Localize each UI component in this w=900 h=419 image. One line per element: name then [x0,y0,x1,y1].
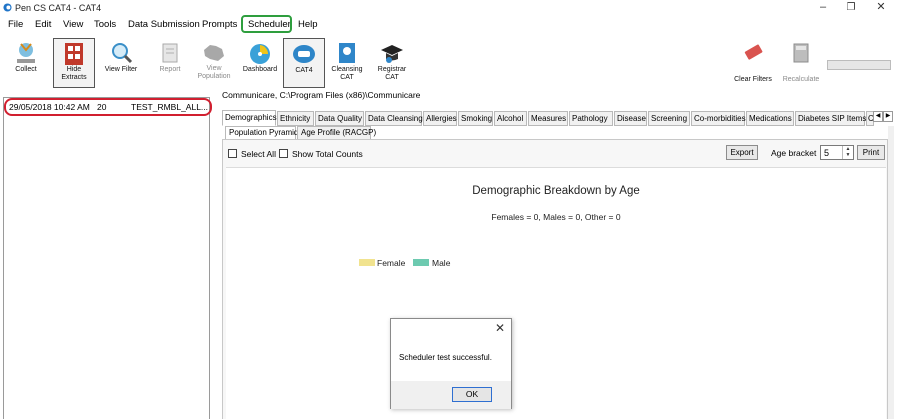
export-button[interactable]: Export [726,145,758,160]
menu-view[interactable]: View [63,19,83,30]
clear-filters-button[interactable]: Clear Filters [733,38,773,88]
print-button[interactable]: Print [857,145,885,160]
view-filter-button[interactable]: View Filter [101,38,141,88]
calculator-icon [793,43,809,63]
tab-pathology[interactable]: Pathology [569,111,613,126]
stepper-buttons[interactable]: ▲ ▼ [842,146,853,159]
dashboard-button[interactable]: Dashboard [240,38,280,88]
tab-allergies[interactable]: Allergies [423,111,457,126]
age-bracket-stepper[interactable]: 5 ▲ ▼ [820,145,854,160]
chart-title: Demographic Breakdown by Age [472,185,640,197]
cat4-button[interactable]: CAT4 [283,38,325,88]
tab-screening[interactable]: Screening [648,111,690,126]
tab-co-morbidities[interactable]: Co-morbidities [691,111,746,126]
tab-medications[interactable]: Medications [746,111,794,126]
collect-button[interactable]: Collect [6,38,46,88]
scheduler-highlight-annotation [241,15,292,33]
app-logo-icon [3,3,12,12]
title-bar: Pen CS CAT4 - CAT4 – ❐ ✕ [0,0,900,16]
menu-help[interactable]: Help [298,19,318,30]
menu-tools[interactable]: Tools [94,19,116,30]
menu-edit[interactable]: Edit [35,19,51,30]
menu-data-submission[interactable]: Data Submission [128,19,200,30]
legend-label-male: Male [432,258,451,268]
tab-ethnicity[interactable]: Ethnicity [277,111,314,126]
age-bracket-value: 5 [824,148,830,158]
restore-icon[interactable]: ❐ [836,0,866,16]
progress-bar [827,60,891,70]
report-icon [162,43,178,63]
legend-swatch-female [359,259,375,266]
close-icon[interactable]: ✕ [866,0,896,16]
recalculate-button[interactable]: Recalculate [780,38,822,88]
tab-demographics[interactable]: Demographics [222,110,277,126]
tab-age-profile[interactable]: Age Profile (RACGP) [297,126,376,140]
tab-population-pyramid[interactable]: Population Pyramid [225,126,298,140]
tab-data-quality[interactable]: Data Quality [315,111,364,126]
window-title: Pen CS CAT4 - CAT4 [15,3,102,13]
toolbar: Collect Hide Extracts View Filter Report [0,36,900,88]
tab-measures[interactable]: Measures [528,111,568,126]
extract-list-panel: 29/05/2018 10:42 AM 20 TEST_RMBL_ALL... [3,97,210,419]
dashboard-icon [250,44,270,64]
hide-extracts-button[interactable]: Hide Extracts [53,38,95,88]
minimize-icon[interactable]: – [808,0,838,16]
tab-scroll-right-icon[interactable]: ▶ [883,111,893,122]
vertical-scrollbar[interactable] [888,126,894,419]
dialog-close-icon[interactable]: ✕ [495,321,505,335]
australia-map-icon [204,45,224,61]
graduation-cap-icon [381,45,403,63]
legend-swatch-male [413,259,429,266]
show-total-counts-label: Show Total Counts [292,149,363,159]
cat4-icon [293,45,315,63]
registrar-cat-button[interactable]: Registrar CAT [372,38,412,88]
age-bracket-label: Age bracket [771,148,817,158]
magnifier-icon [112,43,133,64]
tab-alcohol[interactable]: Alcohol [494,111,527,126]
tab-data-cleansing[interactable]: Data Cleansing [365,111,423,126]
tab-disease[interactable]: Disease [614,111,647,126]
report-tabs: Demographics Ethnicity Data Quality Data… [222,110,894,126]
tab-scroll-left-icon[interactable]: ◀ [873,111,883,122]
cleansing-cat-icon [339,43,355,63]
data-source-path: Communicare, C:\Program Files (x86)\Comm… [222,90,421,100]
dialog-footer: OK [391,381,511,409]
select-all-label: Select All [241,149,276,159]
eraser-icon [744,44,763,60]
report-button[interactable]: Report [151,38,189,88]
show-total-counts-checkbox[interactable] [279,149,288,158]
view-population-button[interactable]: View Population [196,38,232,88]
tab-smoking[interactable]: Smoking [458,111,493,126]
app-window: Pen CS CAT4 - CAT4 – ❐ ✕ File Edit View … [0,0,900,419]
chart-area: Demographic Breakdown by Age Females = 0… [226,167,886,419]
scheduler-message-dialog: ✕ Scheduler test successful. OK [390,318,512,409]
menu-prompts[interactable]: Prompts [202,19,237,30]
select-all-checkbox[interactable] [228,149,237,158]
cleansing-cat-button[interactable]: Cleansing CAT [328,38,366,88]
menu-bar: File Edit View Tools Data Submission Pro… [0,17,900,33]
tab-diabetes-sip-items[interactable]: Diabetes SIP Items [795,111,866,126]
collect-icon [17,43,35,63]
stepper-down-icon[interactable]: ▼ [843,152,853,158]
hide-extracts-icon [65,43,83,65]
legend-label-female: Female [377,258,406,268]
extract-row-highlight-annotation [4,98,212,116]
dialog-message: Scheduler test successful. [399,353,492,362]
chart-subtitle: Females = 0, Males = 0, Other = 0 [491,212,621,222]
menu-file[interactable]: File [8,19,23,30]
ok-button[interactable]: OK [452,387,492,402]
